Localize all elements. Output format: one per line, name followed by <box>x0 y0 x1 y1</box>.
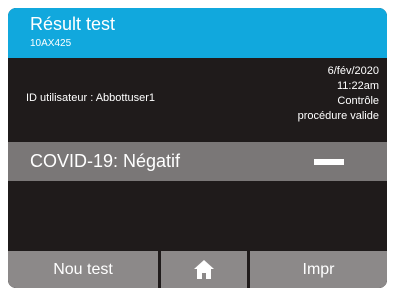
test-meta: 6/fév/2020 11:22am Contrôle procédure va… <box>229 64 379 124</box>
empty-area <box>8 181 387 251</box>
result-label: COVID-19: Négatif <box>30 151 181 171</box>
home-icon <box>194 260 214 279</box>
device-screen: Résult test 10AX425 ID utilisateur : Abb… <box>8 8 387 288</box>
header-bar: Résult test 10AX425 <box>8 8 387 58</box>
print-button[interactable]: Impr <box>250 251 387 288</box>
new-test-button[interactable]: Nou test <box>8 251 158 288</box>
page-title: Résult test <box>30 14 116 34</box>
info-panel: ID utilisateur : Abbottuser1 6/fév/2020 … <box>8 58 387 142</box>
user-id-label: ID utilisateur : Abbottuser1 <box>26 92 156 104</box>
test-date: 6/fév/2020 <box>327 65 379 77</box>
negative-dash-icon <box>314 159 344 165</box>
footer-bar: Nou test Impr <box>8 251 387 288</box>
result-row: COVID-19: Négatif <box>8 142 387 181</box>
test-id: 10AX425 <box>30 38 72 49</box>
control-status-line1: Contrôle <box>337 95 379 107</box>
control-status-line2: procédure valide <box>297 110 379 122</box>
test-time: 11:22am <box>337 80 379 92</box>
home-button[interactable] <box>161 251 247 288</box>
